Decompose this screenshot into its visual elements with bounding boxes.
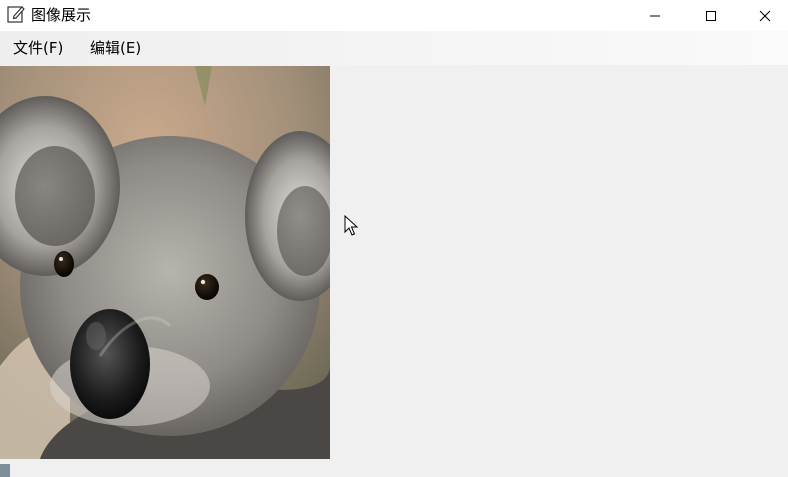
menu-bar: 文件(F) 编辑(E) xyxy=(0,31,788,65)
menu-edit[interactable]: 编辑(E) xyxy=(90,39,141,57)
minimize-icon xyxy=(650,15,660,16)
window-title: 图像展示 xyxy=(31,6,92,24)
close-icon xyxy=(759,10,771,21)
menu-file[interactable]: 文件(F) xyxy=(13,39,63,57)
maximize-icon xyxy=(706,10,716,21)
title-bar[interactable]: 图像展示 xyxy=(0,0,788,31)
notepad-edit-icon xyxy=(7,6,25,23)
koala-photo xyxy=(0,66,330,459)
image-display xyxy=(0,66,330,459)
arrow-pointer-icon xyxy=(344,215,359,236)
app-window: 图像展示 文件(F) 编辑(E) xyxy=(0,0,788,477)
status-indicator xyxy=(0,464,10,477)
status-bar xyxy=(0,459,788,477)
minimize-button[interactable] xyxy=(632,0,678,31)
close-button[interactable] xyxy=(742,0,788,31)
maximize-button[interactable] xyxy=(688,0,734,31)
